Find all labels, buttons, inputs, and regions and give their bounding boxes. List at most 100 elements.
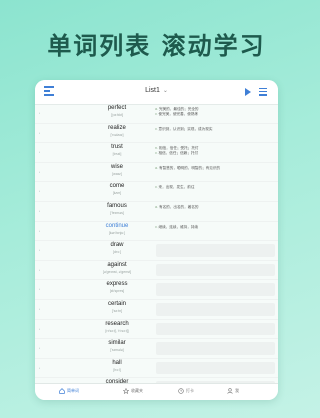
word-text: trust: [111, 144, 123, 151]
row-marker: •: [39, 365, 41, 370]
phonetic-text: [ɪk'spres]: [109, 289, 125, 294]
definition-text: 有智慧的，聪明的，明智的；有见识的: [159, 165, 221, 170]
word-list: • perfect ['pɜ:fɪkt] a. 完美的，最佳的；完全的 v. 使完美，使…: [35, 104, 278, 398]
definition-line: v. 使完美，使完善，使熟练: [155, 112, 275, 117]
phonetic-text: [trʌst]: [112, 152, 122, 157]
phonetic-text: [ə'geɪnst, ə'genst]: [102, 269, 132, 274]
tab-favorites[interactable]: 收藏夹: [122, 387, 143, 395]
play-icon[interactable]: [245, 88, 251, 96]
phonetic-text: [hɔ:l]: [113, 367, 121, 372]
hidden-definition[interactable]: [156, 302, 275, 316]
word-row[interactable]: • hall [hɔ:l]: [35, 359, 278, 379]
hidden-definition[interactable]: [156, 263, 275, 277]
definition-line: v. 意识到，认识到；实现，成为现实: [155, 127, 275, 132]
definition-block: v. 意识到，认识到；实现，成为现实: [155, 127, 275, 132]
word-text: famous: [107, 202, 127, 209]
hero-title: 单词列表 滚动学习: [47, 32, 266, 60]
word-row[interactable]: • research [rɪ'sɜ:tʃ, 'ri:sɜ:tʃ]: [35, 320, 278, 340]
row-marker: •: [39, 287, 41, 292]
word-row[interactable]: • express [ɪk'spres]: [35, 280, 278, 300]
word-text: against: [107, 261, 127, 268]
hidden-definition[interactable]: [156, 244, 275, 257]
row-marker: •: [39, 189, 41, 194]
definition-text: 相信，信任；信赖；托付: [158, 151, 199, 156]
word-row[interactable]: • trust [trʌst] n. 相信，信任；受托；托付 v. 相信，信任；信赖；托…: [35, 143, 278, 163]
word-text: perfect: [107, 105, 127, 111]
definition-text: 意识到，认识到；实现，成为现实: [158, 126, 213, 131]
word-row[interactable]: • come [kʌm] v. 来，出现，发生，前往: [35, 182, 278, 202]
definition-block: a. 有智慧的，聪明的，明智的；有见识的: [155, 166, 275, 171]
word-text: realize: [108, 124, 126, 131]
word-text: continue: [105, 222, 129, 229]
hidden-definition[interactable]: [156, 322, 275, 336]
word-row[interactable]: • draw [drɔ:]: [35, 241, 278, 261]
clock-icon: [178, 388, 184, 394]
row-marker: •: [39, 130, 41, 135]
part-of-speech: v.: [155, 224, 158, 229]
tab-bar: 简单词 收藏夹 打卡 我: [35, 383, 278, 400]
hidden-definition[interactable]: [156, 361, 275, 375]
word-text: research: [105, 320, 129, 327]
tab-checkin[interactable]: 打卡: [178, 388, 194, 394]
row-marker: •: [39, 346, 41, 351]
definition-block: a. 有名的，出名的，著名的: [155, 205, 275, 210]
definition-line: v. 相信，信任；信赖；托付: [155, 151, 275, 156]
definition-text: 继续，连续，维持，持续: [158, 224, 199, 229]
phonetic-text: [kʌm]: [112, 191, 122, 196]
toolbar: List1 ⌄: [35, 80, 278, 105]
word-row[interactable]: • certain ['sɜ:tn]: [35, 300, 278, 320]
definition-text: 来，出现，发生，前往: [158, 185, 195, 190]
word-row[interactable]: • realize ['rɪəlaɪz] v. 意识到，认识到；实现，成为现实: [35, 124, 278, 144]
word-text: draw: [110, 242, 124, 249]
phonetic-text: ['sɪmələ]: [110, 348, 124, 353]
phonetic-text: ['pɜ:fɪkt]: [110, 113, 124, 117]
word-row[interactable]: • famous ['feɪməs] a. 有名的，出名的，著名的: [35, 202, 278, 222]
row-marker: •: [39, 306, 41, 311]
definition-block: v. 继续，连续，维持，持续: [155, 225, 275, 230]
definition-line: a. 有智慧的，聪明的，明智的；有见识的: [155, 166, 275, 171]
word-text: express: [106, 281, 128, 288]
definition-block: n. 相信，信任；受托；托付 v. 相信，信任；信赖；托付: [155, 146, 275, 156]
part-of-speech: a.: [155, 107, 158, 111]
hidden-definition[interactable]: [156, 283, 275, 296]
word-row[interactable]: • wise [waɪz] a. 有智慧的，聪明的，明智的；有见识的: [35, 163, 278, 183]
row-marker: •: [39, 228, 41, 233]
part-of-speech: v.: [155, 151, 158, 156]
list-icon[interactable]: [259, 88, 267, 98]
hidden-definition[interactable]: [156, 342, 275, 355]
row-marker: •: [39, 267, 41, 272]
home-icon: [59, 388, 65, 394]
definition-line: v. 继续，连续，维持，持续: [155, 225, 275, 230]
part-of-speech: n.: [155, 146, 158, 151]
chevron-down-icon: ⌄: [162, 88, 168, 94]
row-marker: •: [39, 248, 41, 253]
row-marker: •: [39, 208, 41, 213]
phonetic-text: ['feɪməs]: [110, 210, 124, 215]
word-row[interactable]: • against [ə'geɪnst, ə'genst]: [35, 261, 278, 281]
phonetic-text: ['sɜ:tn]: [111, 308, 123, 313]
tab-me[interactable]: 我: [227, 388, 239, 394]
row-marker: •: [39, 326, 41, 331]
word-text: similar: [108, 340, 126, 347]
phonetic-text: [drɔ:]: [113, 250, 121, 255]
tab-home[interactable]: 简单词: [59, 388, 79, 394]
list-title: List1: [145, 87, 160, 94]
list-selector[interactable]: List1 ⌄: [35, 87, 278, 94]
part-of-speech: a.: [155, 204, 158, 209]
definition-text: 使完美，使完善，使熟练: [158, 112, 199, 116]
word-row[interactable]: • continue [kən'tɪnju:] v. 继续，连续，维持，持续: [35, 222, 278, 242]
word-text: certain: [107, 300, 126, 307]
phonetic-text: [kən'tɪnju:]: [108, 230, 126, 235]
definition-block: a. 完美的，最佳的；完全的 v. 使完美，使完善，使熟练: [155, 107, 275, 117]
word-row[interactable]: • similar ['sɪmələ]: [35, 339, 278, 359]
phonetic-text: ['rɪəlaɪz]: [110, 132, 124, 137]
definition-text: 完美的，最佳的；完全的: [159, 107, 199, 111]
definition-block: v. 来，出现，发生，前往: [155, 185, 275, 190]
definition-line: a. 有名的，出名的，著名的: [155, 205, 275, 210]
word-row[interactable]: • perfect ['pɜ:fɪkt] a. 完美的，最佳的；完全的 v. 使完美，使…: [35, 104, 278, 124]
app-screen: List1 ⌄ • perfect ['pɜ:fɪkt] a. 完美的，最佳的；完全的 v…: [35, 80, 278, 400]
row-marker: •: [39, 169, 41, 174]
star-icon: [122, 387, 130, 395]
phonetic-text: [rɪ'sɜ:tʃ, 'ri:sɜ:tʃ]: [105, 328, 129, 333]
part-of-speech: v.: [155, 112, 158, 116]
